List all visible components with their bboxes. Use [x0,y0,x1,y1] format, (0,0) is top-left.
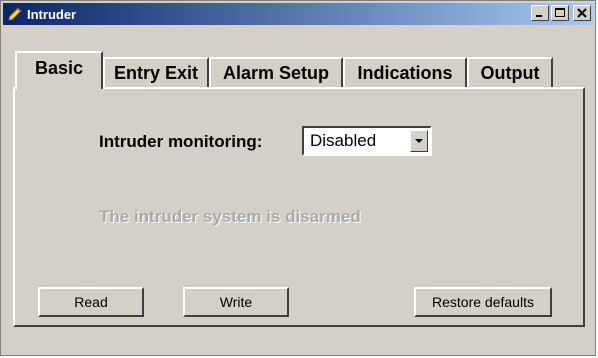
system-status-text: The intruder system is disarmed [99,207,361,226]
window-title: Intruder [27,6,77,22]
tab-alarm-setup[interactable]: Alarm Setup [209,57,343,87]
app-pencil-icon [7,6,23,22]
intruder-monitoring-select[interactable]: Disabled [302,126,432,156]
restore-defaults-button[interactable]: Restore defaults [414,287,552,317]
maximize-icon [552,6,568,20]
tab-output[interactable]: Output [467,57,553,87]
intruder-monitoring-label: Intruder monitoring: [99,132,263,151]
maximize-button[interactable] [551,5,569,21]
close-icon [574,6,590,20]
read-button[interactable]: Read [38,287,144,317]
write-button[interactable]: Write [183,287,289,317]
tab-basic[interactable]: Basic [15,51,103,89]
intruder-window: Intruder Basic Entry Exit Alarm Setup In… [0,0,596,356]
close-button[interactable] [573,5,591,21]
intruder-monitoring-value: Disabled [310,131,377,150]
minimize-icon [532,6,548,20]
tab-entry-exit[interactable]: Entry Exit [103,57,209,87]
chevron-down-icon [411,131,427,151]
dropdown-button[interactable] [410,130,428,152]
minimize-button[interactable] [531,5,549,21]
title-bar[interactable]: Intruder [3,3,593,25]
tab-indications[interactable]: Indications [343,57,467,87]
